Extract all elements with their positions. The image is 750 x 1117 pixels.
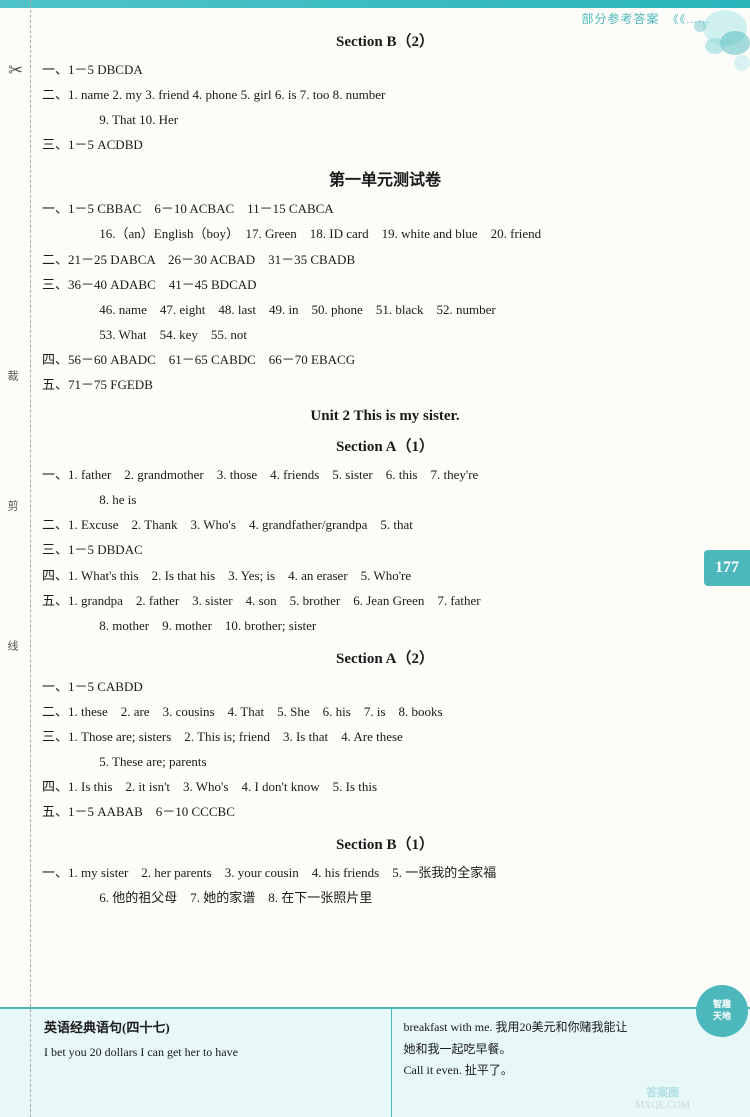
cut-line xyxy=(30,0,31,1117)
a1-line7: 8. mother 9. mother 10. brother; sister xyxy=(40,615,730,637)
section-a1-title: Section A（1） xyxy=(40,435,730,456)
u1-line2: 16.（an）English（boy） 17. Green 18. ID car… xyxy=(40,223,730,245)
logo-url: MXQE.COM xyxy=(635,1100,690,1111)
b1-line2: 6. 他的祖父母 7. 她的家谱 8. 在下一张照片里 xyxy=(40,887,730,909)
section-b1-title: Section B（1） xyxy=(40,833,730,854)
unit2-title: Unit 2 This is my sister. xyxy=(40,408,730,425)
footer-right-line1: breakfast with me. 我用20美元和你赌我能让 xyxy=(404,1017,739,1039)
u1-line1: 一、1－5 CBBAC 6－10 ACBAC 11－15 CABCA xyxy=(40,198,730,220)
b2-line3: 9. That 10. Her xyxy=(40,109,730,131)
left-label-xian: 线 xyxy=(4,640,20,653)
header-label: 部分参考答案 《《…… xyxy=(581,10,710,27)
a1-line5: 四、1. What's this 2. Is that his 3. Yes; … xyxy=(40,565,730,587)
a2-line2: 二、1. these 2. are 3. cousins 4. That 5. … xyxy=(40,701,730,723)
header-arrows: 《《…… xyxy=(668,14,711,26)
zhiqu-text2: 天地 xyxy=(713,1011,731,1023)
logo-site: 答案圈 xyxy=(646,1084,679,1100)
footer-right: breakfast with me. 我用20美元和你赌我能让 她和我一起吃早餐… xyxy=(392,1009,750,1117)
scissors-icon: ✂ xyxy=(8,60,23,81)
u1-line5: 46. name 47. eight 48. last 49. in 50. p… xyxy=(40,299,730,321)
a1-line2: 8. he is xyxy=(40,489,730,511)
u1-line4: 三、36－40 ADABC 41－45 BDCAD xyxy=(40,274,730,296)
left-label-cai: 裁 xyxy=(4,370,20,383)
u1-line7: 四、56－60 ABADC 61－65 CABDC 66－70 EBACG xyxy=(40,349,730,371)
b2-line1: 一、1－5 DBCDA xyxy=(40,59,730,81)
header-label-text: 部分参考答案 xyxy=(581,12,659,26)
a1-line6: 五、1. grandpa 2. father 3. sister 4. son … xyxy=(40,590,730,612)
page-number-badge: 177 xyxy=(704,550,750,586)
a2-line5: 四、1. Is this 2. it isn't 3. Who's 4. I d… xyxy=(40,776,730,798)
zhiqu-text1: 智趣 xyxy=(713,999,731,1011)
unit1-test-title: 第一单元测试卷 xyxy=(40,166,730,190)
u1-line8: 五、71－75 FGEDB xyxy=(40,374,730,396)
u1-line6: 53. What 54. key 55. not xyxy=(40,324,730,346)
left-label-fang: 剪 xyxy=(4,500,20,513)
watermark-area: 答案圈 MXQE.COM xyxy=(635,1084,690,1111)
page-number: 177 xyxy=(715,559,739,577)
b2-line2: 二、1. name 2. my 3. friend 4. phone 5. gi… xyxy=(40,84,730,106)
footer-left: 英语经典语句(四十七) I bet you 20 dollars I can g… xyxy=(0,1009,392,1117)
a2-line1: 一、1－5 CABDD xyxy=(40,676,730,698)
u1-line3: 二、21－25 DABCA 26－30 ACBAD 31－35 CBADB xyxy=(40,249,730,271)
a2-line3: 三、1. Those are; sisters 2. This is; frie… xyxy=(40,726,730,748)
a2-line6: 五、1－5 AABAB 6－10 CCCBC xyxy=(40,801,730,823)
page: 部分参考答案 《《…… ✂ 裁 剪 线 177 Section B（2） 一、1… xyxy=(0,0,750,1117)
b1-line1: 一、1. my sister 2. her parents 3. your co… xyxy=(40,862,730,884)
footer-left-title: 英语经典语句(四十七) xyxy=(44,1017,379,1036)
a1-line1: 一、1. father 2. grandmother 3. those 4. f… xyxy=(40,464,730,486)
b2-line4: 三、1－5 ACDBD xyxy=(40,134,730,156)
section-b2-title: Section B（2） xyxy=(40,30,730,51)
a1-line3: 二、1. Excuse 2. Thank 3. Who's 4. grandfa… xyxy=(40,514,730,536)
section-a2-title: Section A（2） xyxy=(40,647,730,668)
a1-line4: 三、1－5 DBDAC xyxy=(40,539,730,561)
footer-right-line2: 她和我一起吃早餐。 xyxy=(404,1039,739,1061)
main-content: Section B（2） 一、1－5 DBCDA 二、1. name 2. my… xyxy=(40,8,730,923)
top-bar xyxy=(0,0,750,8)
zhiqu-badge: 智趣 天地 xyxy=(696,985,748,1037)
footer-left-text: I bet you 20 dollars I can get her to ha… xyxy=(44,1042,379,1062)
footer-right-line3: Call it even. 扯平了。 xyxy=(404,1060,739,1082)
a2-line4: 5. These are; parents xyxy=(40,751,730,773)
